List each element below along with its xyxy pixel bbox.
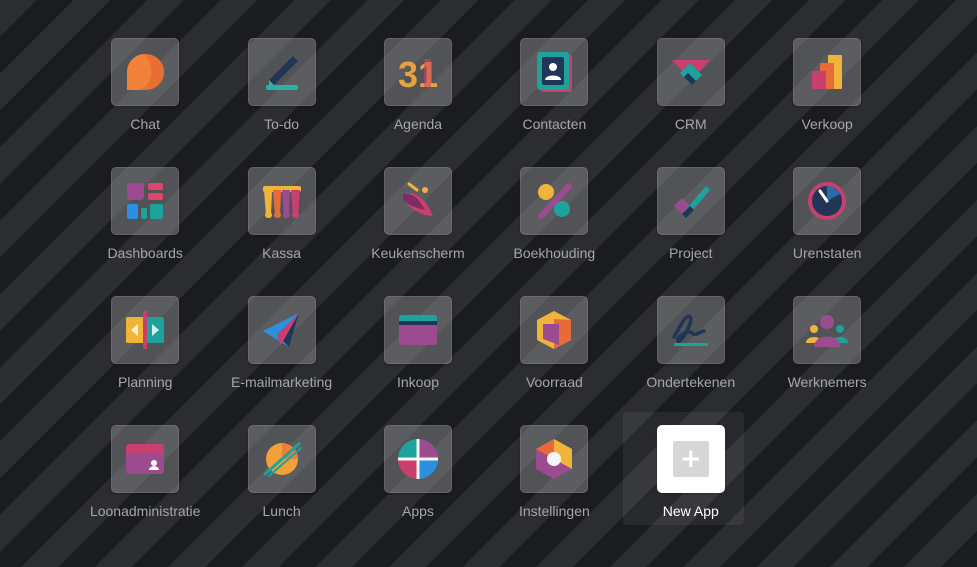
app-icon-box	[656, 296, 725, 364]
apps-icon	[397, 439, 438, 479]
sign-icon	[672, 314, 708, 346]
app-label: Werknemers	[787, 374, 867, 390]
app-inkoop[interactable]: Inkoop	[350, 296, 486, 425]
app-icon-box	[247, 38, 316, 106]
timesheets-icon	[808, 182, 847, 220]
todo-icon	[265, 56, 298, 90]
app-label: Apps	[402, 503, 434, 519]
settings-icon	[536, 439, 573, 479]
app-icon-box	[247, 296, 316, 364]
app-todo[interactable]: To-do	[213, 38, 349, 167]
app-planning[interactable]: Planning	[77, 296, 213, 425]
app-loonadministratie[interactable]: Loonadministratie	[77, 425, 213, 554]
chat-icon	[127, 54, 165, 90]
app-label: E-mailmarketing	[231, 374, 333, 390]
app-chat[interactable]: Chat	[77, 38, 213, 167]
app-icon-box	[111, 167, 180, 235]
app-emailmarketing[interactable]: E-mailmarketing	[213, 296, 349, 425]
svg-text:31: 31	[398, 54, 438, 95]
app-icon-box: 31	[383, 38, 452, 106]
app-contacten[interactable]: Contacten	[486, 38, 622, 167]
point-of-sale-icon	[262, 186, 301, 218]
app-icon-box	[793, 296, 862, 364]
app-icon-box	[793, 167, 862, 235]
accounting-icon	[538, 183, 573, 219]
kitchen-display-icon	[402, 182, 433, 216]
app-icon-box	[520, 425, 589, 493]
planning-icon	[126, 311, 165, 349]
app-apps[interactable]: Apps	[350, 425, 486, 554]
app-label: Verkoop	[801, 116, 853, 132]
app-voorraad[interactable]: Voorraad	[486, 296, 622, 425]
app-project[interactable]: Project	[623, 167, 759, 296]
app-icon-box	[111, 38, 180, 106]
app-icon-box	[111, 425, 180, 493]
contacts-icon	[537, 52, 573, 92]
app-label: Agenda	[393, 116, 443, 132]
app-label: Lunch	[262, 503, 301, 519]
app-icon-box	[520, 38, 589, 106]
app-boekhouding[interactable]: Boekhouding	[486, 167, 622, 296]
app-label: Voorraad	[525, 374, 583, 390]
app-icon-box	[656, 167, 725, 235]
app-label: Kassa	[262, 245, 302, 261]
project-icon	[673, 186, 710, 218]
app-label: Boekhouding	[513, 245, 596, 261]
app-icon-box	[111, 296, 180, 364]
calendar-icon: 31	[398, 54, 438, 95]
app-icon-box: +	[656, 425, 725, 493]
app-label: Ondertekenen	[646, 374, 736, 390]
app-agenda[interactable]: 31 Agenda	[350, 38, 486, 167]
app-icon-box	[793, 38, 862, 106]
app-label: Chat	[130, 116, 160, 132]
payroll-icon	[126, 444, 165, 474]
app-new-app[interactable]: + New App	[622, 412, 759, 554]
app-label: Contacten	[522, 116, 587, 132]
app-label: New App	[662, 503, 719, 519]
app-grid: Chat To-do 31 Agenda Contacten CRM Verko…	[77, 38, 895, 554]
app-label: Urenstaten	[792, 245, 862, 261]
app-urenstaten[interactable]: Urenstaten	[759, 167, 895, 296]
app-icon-box	[247, 167, 316, 235]
app-kassa[interactable]: Kassa	[213, 167, 349, 296]
lunch-icon	[263, 442, 302, 477]
app-instellingen[interactable]: Instellingen	[486, 425, 622, 554]
app-icon-box	[520, 296, 589, 364]
app-icon-box	[383, 425, 452, 493]
app-keukenscherm[interactable]: Keukenscherm	[350, 167, 486, 296]
app-crm[interactable]: CRM	[623, 38, 759, 167]
app-icon-box	[520, 167, 589, 235]
app-icon-box	[383, 296, 452, 364]
app-icon-box	[247, 425, 316, 493]
purchase-icon	[398, 315, 437, 345]
email-marketing-icon	[262, 313, 299, 347]
app-icon-box	[656, 38, 725, 106]
app-werknemers[interactable]: Werknemers	[759, 296, 895, 425]
app-verkoop[interactable]: Verkoop	[759, 38, 895, 167]
app-icon-box	[383, 167, 452, 235]
app-label: Planning	[117, 374, 173, 390]
inventory-icon	[537, 311, 572, 349]
app-label: CRM	[674, 116, 707, 132]
app-label: Project	[668, 245, 713, 261]
dashboards-icon	[127, 183, 164, 219]
app-dashboards[interactable]: Dashboards	[77, 167, 213, 296]
sales-icon	[812, 55, 843, 89]
app-label: Instellingen	[518, 503, 590, 519]
app-ondertekenen[interactable]: Ondertekenen	[623, 296, 759, 425]
plus-icon: +	[672, 441, 709, 477]
app-label: Loonadministratie	[89, 503, 201, 519]
crm-icon	[671, 60, 710, 85]
app-lunch[interactable]: Lunch	[213, 425, 349, 554]
app-label: Keukenscherm	[371, 245, 465, 261]
app-label: Dashboards	[107, 245, 183, 261]
app-label: To-do	[264, 116, 300, 132]
employees-icon	[806, 315, 849, 347]
app-label: Inkoop	[396, 374, 439, 390]
